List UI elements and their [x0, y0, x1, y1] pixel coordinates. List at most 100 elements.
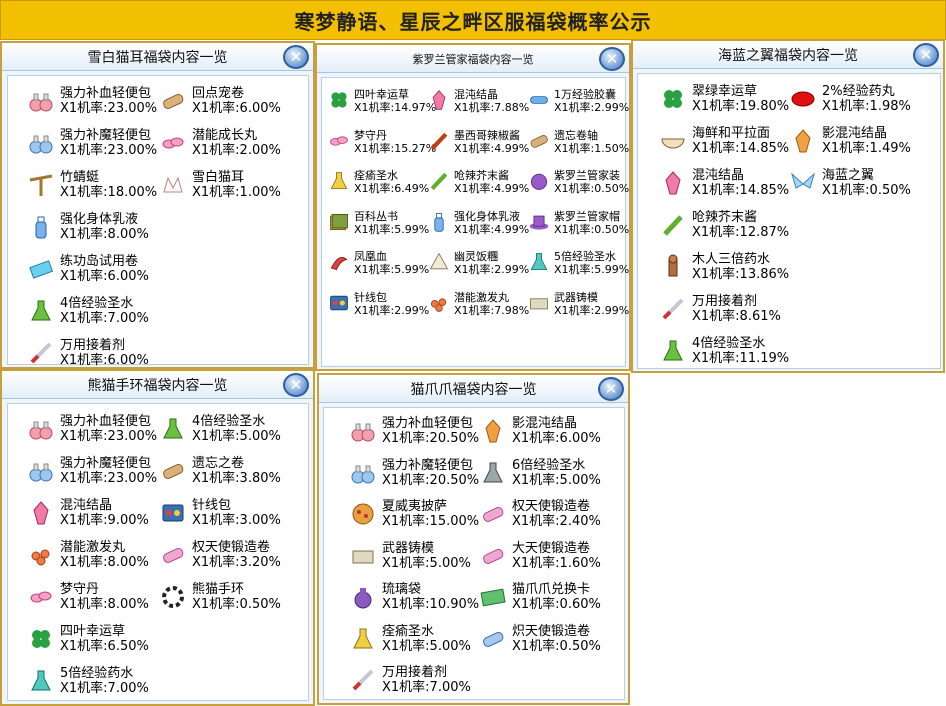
panel-violet-butler: 紫罗兰管家福袋内容一览 ✕ 四叶幸运草 X1机率:14.97% 混沌结晶 X1机率:7…	[315, 43, 631, 371]
panda-bracelet-icon	[160, 584, 186, 610]
item-rate: X1机率:2.99%	[454, 263, 530, 276]
pink-pills-icon	[160, 130, 186, 156]
pink-crystal-icon	[428, 89, 450, 111]
lotion-bottle-icon	[28, 214, 54, 240]
item-name: 遗忘卷轴	[554, 128, 598, 142]
item-name: 强力补魔轻便包	[60, 456, 152, 471]
item-name: 梦守丹	[354, 128, 387, 142]
item-rate: X1机率:13.86%	[692, 267, 790, 282]
item-rate: X1机率:14.85%	[692, 141, 790, 156]
potion-pair-red-icon	[28, 416, 54, 442]
item-list: 强力补血轻便包 X1机率:23.00% 回点宠卷 X1机率:6.00% 强力补魔轻便包 X…	[7, 75, 309, 368]
potion-pair-blue-icon	[28, 458, 54, 484]
orange-crystal-icon	[790, 128, 816, 154]
page-title: 寒梦静语、星辰之畔区服福袋概率公示	[294, 9, 652, 34]
bamboo-copter-icon	[28, 172, 54, 198]
item-list: 四叶幸运草 X1机率:14.97% 混沌结晶 X1机率:7.88% 1万经验胶囊 X1机率…	[321, 77, 630, 367]
item-rate: X1机率:2.99%	[554, 303, 630, 317]
wooden-figure-icon	[660, 254, 686, 280]
potion-pair-blue-icon	[28, 130, 54, 156]
item-rate: X1机率:5.99%	[354, 222, 430, 236]
item-rate: X1机率:6.00%	[60, 269, 149, 284]
item-name: 强力补魔轻便包	[60, 128, 152, 143]
wasabi-tube-icon	[428, 170, 450, 192]
rice-ball-icon	[428, 251, 450, 273]
panel-panda-bracelet: 熊猫手环福袋内容一览 ✕ 强力补血轻便包 X1机率:23.00% 4倍经验圣水 X1机…	[0, 369, 315, 706]
panel-title: 雪白猫耳福袋内容一览	[87, 49, 228, 66]
close-icon: ✕	[289, 375, 303, 394]
orange-pills-icon	[428, 292, 450, 314]
capsule-icon	[528, 89, 550, 111]
item-rate: X1机率:5.99%	[354, 263, 430, 276]
item-name: 强力补魔轻便包	[382, 457, 474, 473]
teal-flask-icon	[528, 251, 550, 273]
panel-title: 紫罗兰管家福袋内容一览	[412, 52, 534, 66]
item-name: 练功岛试用卷	[60, 254, 139, 269]
potion-pair-red-icon	[350, 418, 376, 444]
pink-pills-icon	[28, 584, 54, 610]
item-rate: X1机率:4.99%	[454, 222, 530, 236]
clover-icon	[328, 89, 350, 111]
page-banner: 寒梦静语、星辰之畔区服福袋概率公示	[0, 0, 946, 40]
item-name: 幽灵饭糰	[454, 250, 498, 263]
exchange-card-icon	[480, 584, 506, 610]
pink-crystal-icon	[28, 500, 54, 526]
item-rate: X1机率:3.80%	[192, 471, 281, 486]
item-name: 4倍经验圣水	[192, 414, 266, 429]
item-name: 凤凰血	[354, 250, 387, 263]
item-rate: X1机率:8.00%	[60, 555, 149, 570]
item-name: 万用接着剂	[382, 665, 448, 680]
item-name: 翠绿幸运草	[692, 84, 758, 99]
item-rate: X1机率:4.99%	[454, 182, 530, 195]
cat-ears-icon	[160, 172, 186, 198]
item-rate: X1机率:5.99%	[554, 263, 630, 276]
close-icon: ✕	[289, 47, 303, 66]
item-name: 墨西哥辣椒酱	[454, 128, 520, 142]
close-button[interactable]: ✕	[598, 377, 624, 401]
ramen-bowl-icon	[660, 128, 686, 154]
panel-title-bar: 紫罗兰管家福袋内容一览 ✕	[317, 45, 629, 73]
close-button[interactable]: ✕	[913, 43, 939, 67]
scroll-icon	[160, 88, 186, 114]
item-name: 遗忘之卷	[192, 456, 245, 471]
item-list: 翠绿幸运草 X1机率:19.80% 2%经验药丸 X1机率:1.98% 海鲜和平拉面 X1…	[637, 73, 941, 369]
orange-pills-icon	[28, 542, 54, 568]
item-name: 呛辣芥末酱	[692, 210, 758, 225]
close-button[interactable]: ✕	[283, 373, 309, 397]
item-name: 针线包	[192, 498, 232, 513]
item-name: 1万经验胶囊	[554, 88, 616, 101]
item-rate: X1机率:18.00%	[60, 185, 158, 200]
item-rate: X1机率:7.88%	[454, 101, 530, 114]
item-name: 潜能激发丸	[60, 540, 126, 555]
close-button[interactable]: ✕	[599, 47, 625, 71]
item-rate: X1机率:6.00%	[192, 101, 281, 116]
sewing-kit-icon	[160, 500, 186, 526]
item-rate: X1机率:0.50%	[554, 222, 630, 236]
panel-title: 海蓝之翼福袋内容一览	[718, 47, 858, 64]
item-rate: X1机率:6.00%	[512, 431, 601, 446]
yellow-flask-icon	[328, 170, 350, 192]
panel-title-bar: 熊猫手环福袋内容一览 ✕	[2, 371, 313, 399]
item-name: 针线包	[354, 290, 387, 304]
item-name: 紫罗兰管家装	[554, 169, 620, 182]
item-rate: X1机率:15.00%	[382, 514, 480, 529]
pizza-icon	[350, 501, 376, 527]
panel-snow-cat-ears: 雪白猫耳福袋内容一览 ✕ 强力补血轻便包 X1机率:23.00% 回点宠卷 X1机率:…	[0, 41, 315, 369]
item-rate: X1机率:10.90%	[382, 597, 480, 612]
item-name: 6倍经验圣水	[512, 457, 586, 473]
green-flask-icon	[28, 298, 54, 324]
item-rate: X1机率:23.00%	[60, 429, 158, 444]
item-name: 呛辣芥末酱	[454, 169, 509, 182]
item-name: 大天使锻造卷	[512, 540, 591, 556]
item-rate: X1机率:2.99%	[354, 303, 430, 317]
syringe-icon	[660, 296, 686, 322]
item-name: 强力补血轻便包	[382, 416, 474, 431]
item-name: 5倍经验圣水	[554, 250, 616, 263]
panel-title-bar: 海蓝之翼福袋内容一览 ✕	[633, 41, 943, 69]
item-name: 强化身体乳液	[454, 209, 520, 223]
item-rate: X1机率:8.00%	[60, 227, 149, 242]
item-rate: X1机率:0.60%	[512, 597, 601, 612]
item-name: 海鲜和平拉面	[692, 126, 771, 141]
close-button[interactable]: ✕	[283, 45, 309, 69]
close-icon: ✕	[605, 49, 619, 68]
